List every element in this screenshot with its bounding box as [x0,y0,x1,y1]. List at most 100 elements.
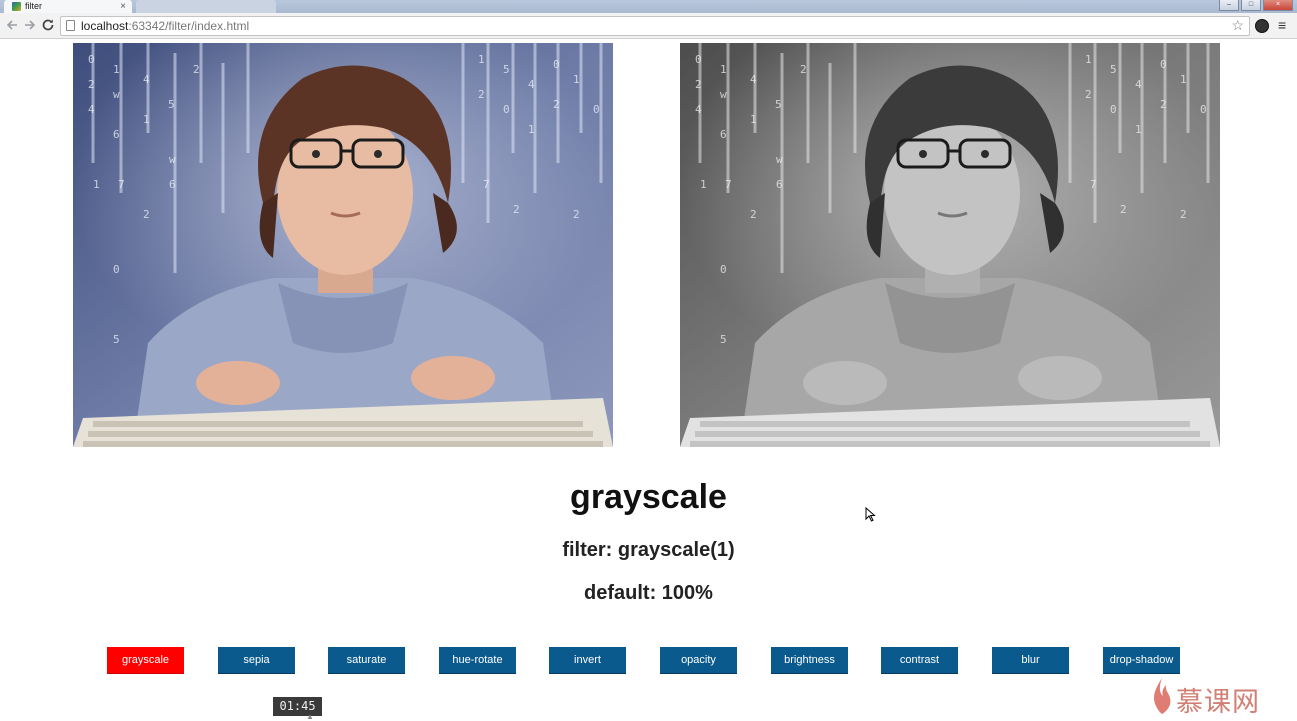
svg-text:4: 4 [1135,78,1142,91]
filter-value-text: filter: grayscale(1) [562,539,735,561]
svg-text:5: 5 [168,98,175,111]
svg-text:1: 1 [478,53,485,66]
svg-text:4: 4 [528,78,535,91]
imooc-watermark: 慕课网 [1150,676,1290,718]
contrast-button[interactable]: contrast [881,647,958,674]
back-icon[interactable] [4,17,20,33]
svg-text:5: 5 [775,98,782,111]
close-window-button[interactable]: × [1263,0,1293,11]
svg-text:2: 2 [193,63,200,76]
svg-text:1: 1 [750,113,757,126]
svg-text:1: 1 [1180,73,1187,86]
mouse-cursor-icon [865,507,876,522]
svg-text:0: 0 [553,58,560,71]
svg-text:5: 5 [503,63,510,76]
svg-text:1: 1 [573,73,580,86]
svg-text:2: 2 [573,208,580,221]
background-tab[interactable] [136,0,276,13]
opacity-button[interactable]: opacity [660,647,737,674]
svg-text:7: 7 [1090,178,1097,191]
svg-text:6: 6 [776,178,783,191]
reload-icon[interactable] [40,17,56,33]
svg-text:7: 7 [725,178,732,191]
sepia-button[interactable]: sepia [218,647,295,674]
svg-text:0: 0 [88,53,95,66]
svg-text:w: w [776,153,783,166]
boy-at-keyboard-photo: 024 1w6 415 w61 721 250 410 210 72 2 205 [73,43,613,447]
grayscale-button[interactable]: grayscale [107,647,184,674]
invert-button[interactable]: invert [549,647,626,674]
svg-text:4: 4 [750,73,757,86]
tab-strip: filter × – □ × [0,0,1297,13]
svg-text:0: 0 [695,53,702,66]
svg-text:5: 5 [1110,63,1117,76]
drop-shadow-button[interactable]: drop-shadow [1103,647,1180,674]
svg-text:5: 5 [720,333,727,346]
svg-text:0: 0 [720,263,727,276]
window-controls: – □ × [1219,0,1293,11]
svg-text:w: w [113,88,120,101]
video-timestamp: 01:45 [273,697,322,716]
svg-text:4: 4 [88,103,95,116]
minimize-button[interactable]: – [1219,0,1239,11]
svg-text:2: 2 [800,63,807,76]
watermark-text: 慕课网 [1176,687,1260,718]
svg-text:1: 1 [113,63,120,76]
blur-button[interactable]: blur [992,647,1069,674]
favicon-icon [12,2,21,11]
svg-text:0: 0 [113,263,120,276]
svg-text:1: 1 [1085,53,1092,66]
bookmark-star-icon[interactable]: ☆ [1231,17,1244,34]
svg-text:2: 2 [695,78,702,91]
svg-text:2: 2 [88,78,95,91]
saturate-button[interactable]: saturate [328,647,405,674]
svg-text:w: w [169,153,176,166]
browser-tab[interactable]: filter × [4,0,132,13]
svg-text:2: 2 [1120,203,1127,216]
svg-text:0: 0 [593,103,600,116]
url-host: localhost [81,19,129,33]
svg-text:2: 2 [1160,98,1167,111]
svg-text:2: 2 [478,88,485,101]
svg-text:1: 1 [720,63,727,76]
filtered-image: 024 1w6 415 w61 721 250 410 210 722 205 [680,43,1220,447]
svg-text:0: 0 [1200,103,1207,116]
svg-text:2: 2 [1180,208,1187,221]
extension-icon[interactable] [1255,19,1269,33]
boy-at-keyboard-photo-grayscale: 024 1w6 415 w61 721 250 410 210 72 2 205 [680,43,1220,447]
browser-toolbar: localhost:63342/filter/index.html ☆ ≡ [0,13,1297,39]
svg-text:6: 6 [169,178,176,191]
tab-close-icon[interactable]: × [120,0,126,13]
svg-text:7: 7 [483,178,490,191]
brightness-button[interactable]: brightness [771,647,848,674]
address-bar[interactable]: localhost:63342/filter/index.html ☆ [60,16,1250,36]
svg-text:2: 2 [513,203,520,216]
menu-icon[interactable]: ≡ [1278,16,1286,34]
maximize-button[interactable]: □ [1241,0,1261,11]
svg-text:0: 0 [1110,103,1117,116]
original-image: 024 1w6 415 w61 721 250 410 210 722 205 [73,43,613,447]
tab-title: filter [25,1,43,11]
svg-text:1: 1 [528,123,535,136]
svg-text:2: 2 [143,208,150,221]
svg-text:1: 1 [93,178,100,191]
svg-text:1: 1 [143,113,150,126]
url-path: :63342/filter/index.html [128,19,250,33]
svg-text:2: 2 [1085,88,1092,101]
svg-text:4: 4 [695,103,702,116]
svg-text:0: 0 [503,103,510,116]
svg-text:1: 1 [700,178,707,191]
forward-icon[interactable] [22,17,38,33]
page-icon [66,20,75,31]
svg-text:7: 7 [118,178,125,191]
svg-text:4: 4 [143,73,150,86]
svg-text:w: w [720,88,727,101]
flame-logo-icon [1154,678,1171,714]
url-text: localhost:63342/filter/index.html [81,18,249,34]
svg-text:0: 0 [1160,58,1167,71]
hue-rotate-button[interactable]: hue-rotate [439,647,516,674]
svg-text:2: 2 [553,98,560,111]
svg-text:2: 2 [750,208,757,221]
svg-text:1: 1 [1135,123,1142,136]
svg-text:6: 6 [720,128,727,141]
